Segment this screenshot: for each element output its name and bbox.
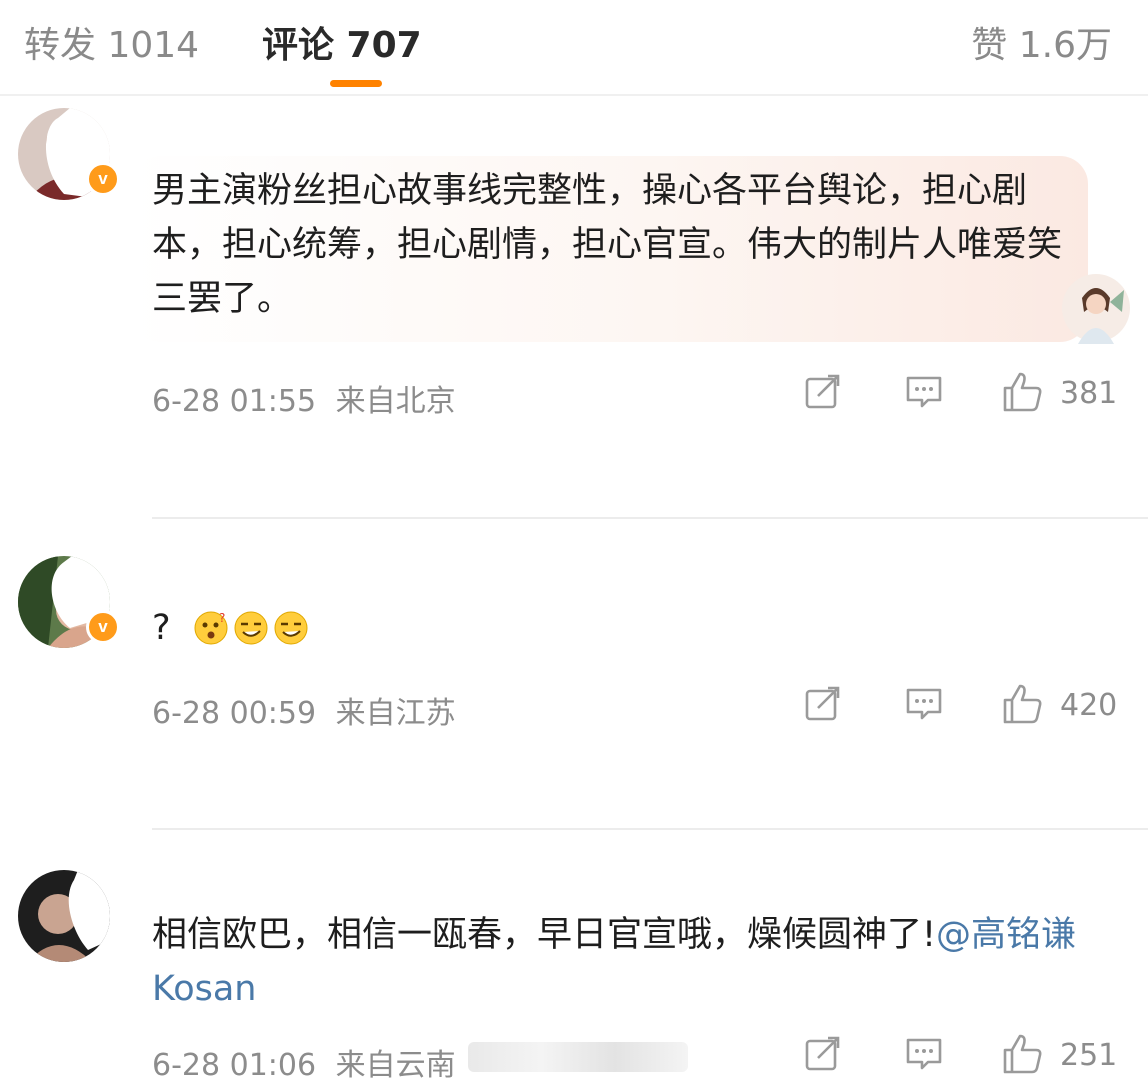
like-count: 251 [1060,1038,1118,1073]
comment-icon[interactable] [902,1032,946,1076]
comment-actions: 420 [0,682,1148,732]
comment-text-question: ? [152,608,171,648]
share-icon[interactable] [800,1032,844,1076]
smirk-emoji-icon [274,611,308,645]
like-count: 420 [1060,688,1118,723]
comment-text: 男主演粉丝担心故事线完整性，操心各平台舆论，担心剧本，担心统筹，担心剧情，担心官… [152,171,1063,319]
thumbs-up-icon[interactable] [1000,1032,1044,1076]
comment-icon[interactable] [902,370,946,414]
tab-reposts[interactable]: 转发 1014 [24,16,199,68]
verified-badge-icon: v [86,162,120,196]
character-sticker-icon [1062,274,1130,344]
avatar[interactable]: v [18,556,120,648]
active-tab-indicator [330,80,382,87]
comment-text: ? ? [152,606,313,650]
comment-icon[interactable] [902,682,946,726]
thumbs-up-icon[interactable] [1000,370,1044,414]
tab-likes[interactable]: 赞 1.6万 [971,16,1112,68]
comment-actions: 381 [0,370,1148,420]
tab-comments[interactable]: 评论 707 [262,16,422,68]
comment-text: 相信欧巴，相信一瓯春，早日官宣哦，燥候圆神了!@高铭谦Kosan [152,908,1092,1016]
share-icon[interactable] [800,370,844,414]
comment-text-body: 相信欧巴，相信一瓯春，早日官宣哦，燥候圆神了! [152,915,937,955]
share-icon[interactable] [800,682,844,726]
svg-text:?: ? [219,611,225,625]
thumbs-up-icon[interactable] [1000,682,1044,726]
verified-badge-icon: v [86,610,120,644]
avatar[interactable]: v [18,108,120,200]
divider [152,828,1148,830]
avatar[interactable] [18,870,110,962]
surprised-emoji-icon: ? [194,611,228,645]
comment-actions: 251 [0,1032,1148,1080]
smirk-emoji-icon [234,611,268,645]
comment-tabs: 转发 1014 评论 707 赞 1.6万 [0,0,1148,96]
divider [152,517,1148,519]
like-count: 381 [1060,376,1118,411]
